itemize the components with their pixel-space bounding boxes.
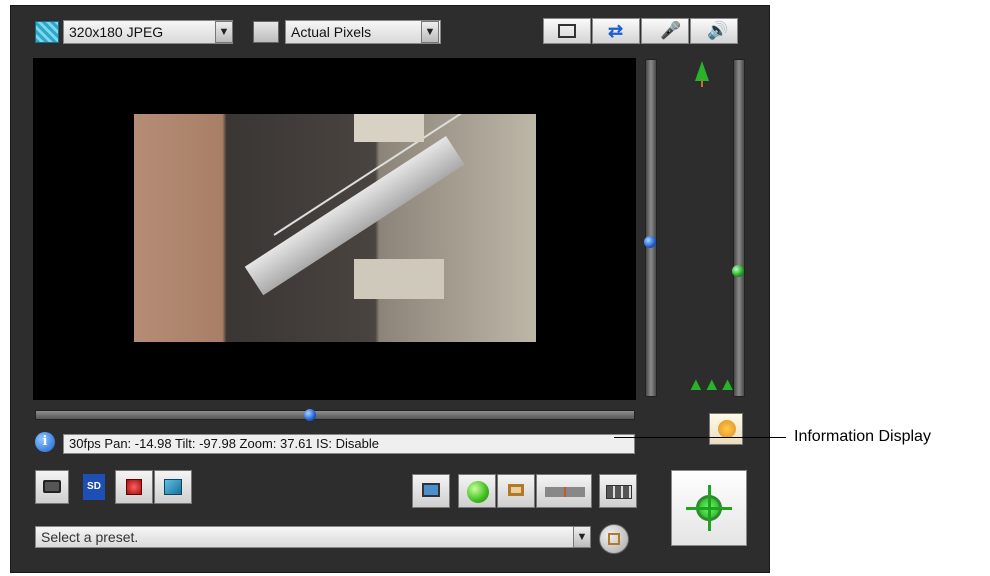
speaker-button[interactable]: 🔊: [690, 18, 738, 44]
microphone-icon: 🎤: [660, 21, 682, 40]
grid-view-icon: [606, 485, 632, 499]
tilt-slider[interactable]: [644, 59, 657, 397]
status-button[interactable]: [458, 474, 496, 508]
video-viewport[interactable]: [33, 58, 636, 400]
information-text: 30fps Pan: -14.98 Tilt: -97.98 Zoom: 37.…: [69, 436, 380, 451]
zoom-slider-knob[interactable]: [732, 265, 744, 277]
home-position-button[interactable]: [671, 470, 747, 546]
record-icon: [126, 479, 142, 495]
display-size-dropdown-arrow[interactable]: ▼: [421, 21, 439, 43]
viewer-panel: 320x180 JPEG ▼ Actual Pixels ▼ ⇄ 🎤 🔊 ▲▲▲…: [10, 5, 770, 573]
frame-icon: [508, 484, 524, 496]
snapshot-button[interactable]: [35, 470, 69, 504]
zoom-tele-icon: [695, 61, 709, 87]
swap-button[interactable]: ⇄: [592, 18, 640, 44]
green-light-icon: [467, 481, 489, 503]
preset-target-icon: [608, 533, 620, 545]
pan-slider[interactable]: [35, 409, 635, 421]
information-display: 30fps Pan: -14.98 Tilt: -97.98 Zoom: 37.…: [63, 434, 635, 454]
split-view-icon: [545, 487, 585, 497]
info-icon: i: [35, 432, 55, 452]
preset-select[interactable]: Select a preset.: [35, 526, 591, 548]
zoom-slider[interactable]: [732, 59, 745, 397]
resolution-select[interactable]: 320x180 JPEG: [63, 20, 233, 44]
zoom-wide-icon: ▲▲▲: [687, 374, 736, 394]
window-light: [354, 114, 424, 142]
frame-button[interactable]: [497, 474, 535, 508]
display-size-select[interactable]: Actual Pixels: [285, 20, 441, 44]
callout-label: Information Display: [794, 428, 931, 445]
layers-icon: [164, 479, 182, 495]
preset-go-button[interactable]: [599, 524, 629, 554]
backlight-icon: [718, 420, 736, 438]
display-size-value: Actual Pixels: [291, 24, 372, 40]
tilt-slider-knob[interactable]: [644, 236, 656, 248]
fullscreen-icon: [558, 24, 576, 38]
pan-slider-knob[interactable]: [304, 409, 316, 421]
camera-image: [134, 114, 536, 342]
grid-view-button[interactable]: [599, 474, 637, 508]
split-view-button[interactable]: [536, 474, 592, 508]
fullscreen-button[interactable]: [543, 18, 591, 44]
callout-line: [614, 437, 786, 438]
monitor-icon: [422, 483, 440, 497]
playback-button[interactable]: [154, 470, 192, 504]
sd-card-button[interactable]: SD: [83, 474, 105, 500]
resolution-icon: [35, 21, 59, 43]
preset-placeholder: Select a preset.: [41, 529, 139, 545]
preset-dropdown-arrow[interactable]: ▼: [573, 526, 591, 548]
backlight-button[interactable]: [709, 413, 743, 445]
resolution-dropdown-arrow[interactable]: ▼: [215, 21, 233, 43]
record-button[interactable]: [115, 470, 153, 504]
display-size-icon: [253, 21, 279, 43]
window-light-lower: [354, 259, 444, 299]
camera-icon: [43, 480, 61, 493]
speaker-icon: 🔊: [707, 21, 729, 40]
microphone-button[interactable]: 🎤: [641, 18, 689, 44]
monitor-button[interactable]: [412, 474, 450, 508]
swap-icon: ⇄: [608, 21, 624, 41]
resolution-value: 320x180 JPEG: [69, 24, 164, 40]
